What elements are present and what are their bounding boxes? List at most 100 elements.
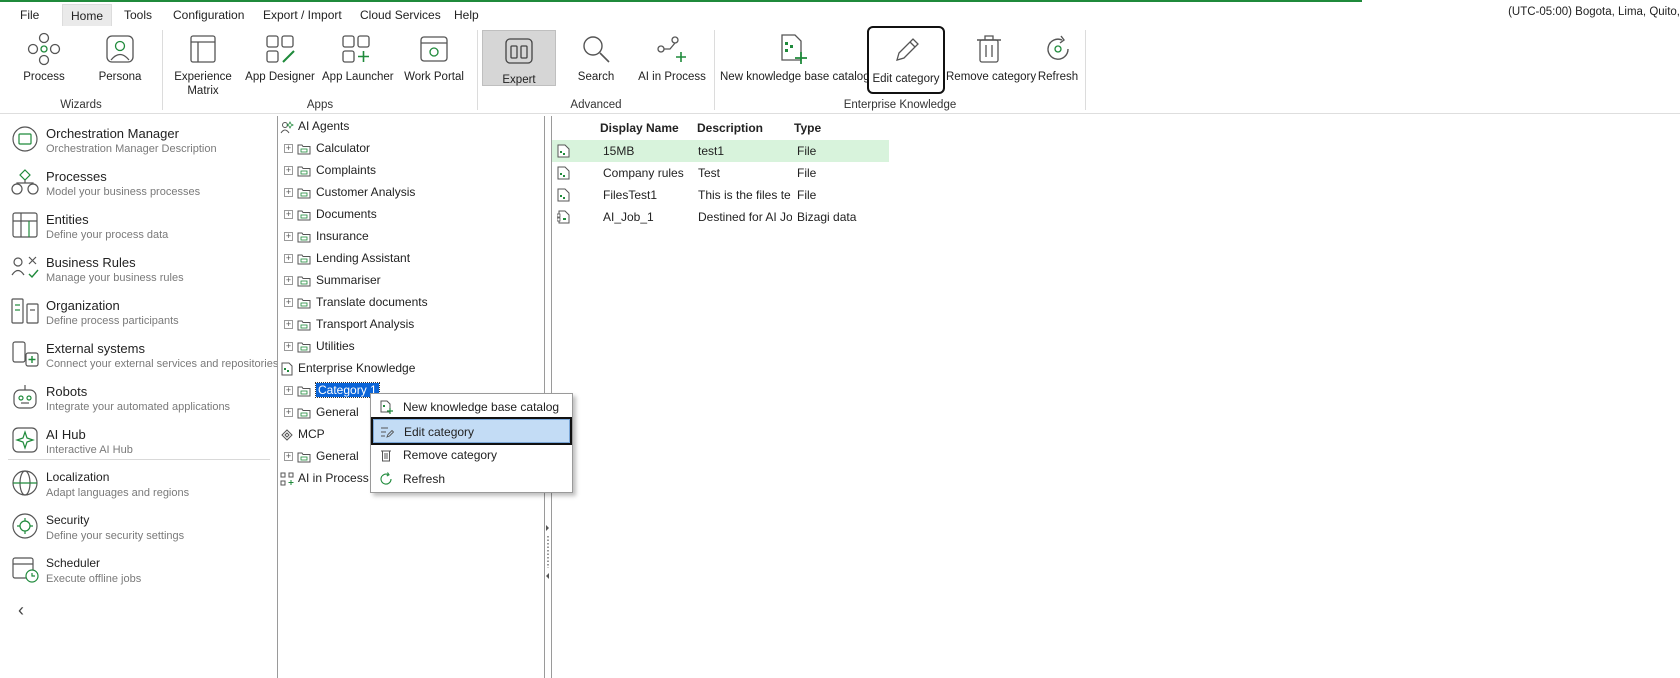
persona-button[interactable]: Persona bbox=[94, 30, 146, 98]
collapse-chevron-left-icon[interactable]: ‹ bbox=[18, 600, 24, 621]
experience-matrix-label-1: Experience bbox=[174, 71, 232, 83]
ai-in-process-button[interactable]: AI in Process bbox=[638, 30, 706, 98]
tree-node-agent[interactable]: + Utilities bbox=[284, 336, 355, 356]
expert-label: Expert bbox=[502, 74, 536, 86]
nav-entities[interactable]: Entities Define your process data bbox=[8, 206, 270, 246]
tree-node-mcp[interactable]: MCP bbox=[280, 424, 325, 444]
nav-title: Organization bbox=[46, 298, 120, 313]
nav-processes[interactable]: Processes Model your business processes bbox=[8, 163, 270, 203]
tree-node-agent[interactable]: + Insurance bbox=[284, 226, 369, 246]
table-row[interactable]: FilesTest1 This is the files te File bbox=[552, 184, 889, 206]
tree-node-agent[interactable]: + Lending Assistant bbox=[284, 248, 410, 268]
menu-home[interactable]: Home bbox=[62, 4, 113, 26]
nav-ai-hub[interactable]: AI Hub Interactive AI Hub bbox=[8, 421, 270, 461]
table-row[interactable]: Company rules Test File bbox=[552, 162, 889, 184]
nav-external-systems[interactable]: External systems Connect your external s… bbox=[8, 335, 278, 375]
menu-export-import[interactable]: Export / Import bbox=[255, 4, 350, 26]
nav-desc: Execute offline jobs bbox=[46, 573, 142, 585]
group-enterprise-knowledge-label: Enterprise Knowledge bbox=[843, 99, 957, 111]
trash-icon bbox=[977, 35, 1001, 63]
mcp-icon bbox=[281, 429, 293, 441]
process-button[interactable]: Process bbox=[18, 30, 70, 98]
expand-icon[interactable]: + bbox=[284, 166, 293, 176]
search-button[interactable]: Search bbox=[574, 30, 618, 98]
security-gear-icon bbox=[12, 513, 38, 539]
expand-icon[interactable]: + bbox=[284, 408, 293, 418]
tree-node-agent[interactable]: + Complaints bbox=[284, 160, 376, 180]
remove-category-button[interactable]: Remove category bbox=[946, 30, 1036, 98]
tree-node-ai-agents[interactable]: AI Agents bbox=[280, 116, 349, 136]
edit-category-button[interactable]: Edit category bbox=[867, 26, 945, 94]
expand-icon[interactable]: + bbox=[284, 144, 293, 154]
tree-node-agent[interactable]: + Summariser bbox=[284, 270, 381, 290]
nav-robots[interactable]: Robots Integrate your automated applicat… bbox=[8, 378, 270, 418]
expand-icon[interactable]: + bbox=[284, 342, 293, 352]
menu-configuration[interactable]: Configuration bbox=[165, 4, 252, 26]
tree-node-ai-in-process[interactable]: AI in Process bbox=[280, 468, 369, 488]
ctx-refresh[interactable]: Refresh bbox=[373, 467, 570, 491]
nav-organization[interactable]: Organization Define process participants bbox=[8, 292, 270, 332]
column-header-type[interactable]: Type bbox=[794, 118, 821, 138]
tree-node-mcp-general[interactable]: + General bbox=[284, 446, 359, 466]
column-header-description[interactable]: Description bbox=[697, 118, 763, 138]
table-row[interactable]: AI_Job_1 Destined for AI Jo Bizagi data bbox=[552, 206, 889, 228]
app-launcher-label: App Launcher bbox=[322, 71, 394, 83]
ctx-new-kb-catalog[interactable]: New knowledge base catalog bbox=[373, 395, 570, 419]
cell-display-name: Company rules bbox=[603, 166, 684, 180]
expand-icon[interactable]: + bbox=[284, 298, 293, 308]
new-kb-catalog-button[interactable]: New knowledge base catalog bbox=[720, 30, 870, 98]
work-portal-button[interactable]: Work Portal bbox=[402, 30, 466, 98]
tree-node-agent[interactable]: + Documents bbox=[284, 204, 377, 224]
group-separator bbox=[162, 30, 163, 110]
nav-desc: Integrate your automated applications bbox=[46, 401, 231, 413]
cell-type: File bbox=[797, 144, 817, 158]
edit-category-label: Edit category bbox=[872, 73, 940, 85]
process-label: Process bbox=[23, 71, 65, 83]
menu-cloud-services[interactable]: Cloud Services bbox=[352, 4, 449, 26]
new-kb-catalog-icon bbox=[380, 400, 393, 414]
nav-desc: Define your security settings bbox=[46, 530, 185, 542]
tree-node-agent[interactable]: + Customer Analysis bbox=[284, 182, 415, 202]
nav-title: Localization bbox=[46, 470, 110, 484]
ctx-remove-category[interactable]: Remove category bbox=[373, 443, 570, 467]
nav-orchestration-manager[interactable]: Orchestration Manager Orchestration Mana… bbox=[8, 120, 270, 160]
nav-localization[interactable]: Localization Adapt languages and regions bbox=[8, 464, 270, 504]
expand-icon[interactable]: + bbox=[284, 386, 293, 396]
folder-icon bbox=[297, 166, 311, 177]
refresh-button[interactable]: Refresh bbox=[1036, 30, 1080, 98]
splitter-handle[interactable] bbox=[546, 520, 550, 580]
edit-list-icon bbox=[381, 427, 394, 438]
expand-icon[interactable]: + bbox=[284, 452, 293, 462]
menu-help[interactable]: Help bbox=[446, 4, 487, 26]
nav-security[interactable]: Security Define your security settings bbox=[8, 507, 270, 547]
expand-icon[interactable]: + bbox=[284, 276, 293, 286]
app-launcher-button[interactable]: App Launcher bbox=[322, 30, 394, 98]
table-row[interactable]: 15MB test1 File bbox=[552, 140, 889, 162]
expand-icon[interactable]: + bbox=[284, 254, 293, 264]
experience-matrix-button[interactable]: Experience Matrix bbox=[172, 30, 234, 98]
app-designer-label: App Designer bbox=[245, 71, 315, 83]
cell-description: This is the files te bbox=[698, 188, 791, 202]
tree-node-agent[interactable]: + Calculator bbox=[284, 138, 370, 158]
ctx-edit-category[interactable]: Edit category bbox=[371, 417, 572, 445]
expand-icon[interactable]: + bbox=[284, 210, 293, 220]
tree-node-general[interactable]: + General bbox=[284, 402, 359, 422]
nav-scheduler[interactable]: Scheduler Execute offline jobs bbox=[8, 550, 270, 590]
expert-button[interactable]: Expert bbox=[482, 30, 556, 86]
expand-icon[interactable]: + bbox=[284, 232, 293, 242]
tree-node-category-1[interactable]: + Category 1 bbox=[284, 380, 380, 400]
persona-icon bbox=[106, 35, 134, 63]
ai-in-process-label: AI in Process bbox=[638, 71, 706, 83]
expand-icon[interactable]: + bbox=[284, 320, 293, 330]
app-designer-button[interactable]: App Designer bbox=[244, 30, 316, 98]
tree-node-agent[interactable]: + Transport Analysis bbox=[284, 314, 414, 334]
menu-tools[interactable]: Tools bbox=[116, 4, 160, 26]
app-designer-icon bbox=[266, 35, 295, 63]
expand-icon[interactable]: + bbox=[284, 188, 293, 198]
column-header-display-name[interactable]: Display Name bbox=[600, 118, 679, 138]
nav-business-rules[interactable]: Business Rules Manage your business rule… bbox=[8, 249, 270, 289]
group-wizards-label: Wizards bbox=[60, 99, 102, 111]
tree-node-agent[interactable]: + Translate documents bbox=[284, 292, 428, 312]
menu-file[interactable]: File bbox=[12, 4, 47, 26]
tree-node-enterprise-knowledge[interactable]: Enterprise Knowledge bbox=[280, 358, 415, 378]
